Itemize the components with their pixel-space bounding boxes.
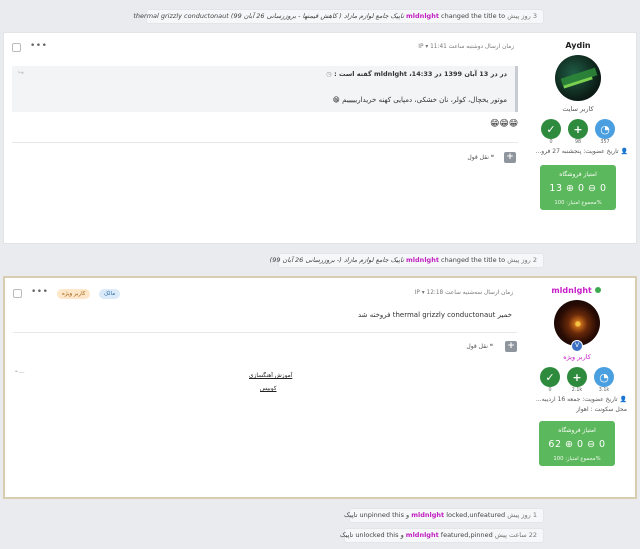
username[interactable]: Aydin	[528, 41, 628, 50]
member-since: 👤 تاریخ عضویت: جمعه 16 اردیبه...	[535, 396, 627, 403]
stat-count: 98	[574, 140, 582, 145]
signature-link[interactable]: آموزش آهنگسازی	[249, 373, 292, 379]
ip-label[interactable]: IP	[415, 290, 420, 296]
check-icon[interactable]: ✓	[540, 367, 560, 387]
event-time: 3 روز پیش	[507, 12, 537, 20]
activity-event: 2 روز پیش mldnlght changed the title to …	[270, 253, 544, 268]
event-action: locked,unfeatured	[446, 511, 506, 519]
store-rating-box: امتیاز فروشگاه 62 ⊕ 0 ⊖ 0 مجموع امتیاز: …	[539, 421, 615, 466]
stat-count: 3.1k	[598, 388, 610, 393]
quote-link[interactable]: ❝ نقل قول	[467, 154, 494, 161]
quote-header: در در 13 آبان 1399 در 14:33، mldnlght گف…	[326, 70, 507, 78]
rating-values: 13 ⊕ 0 ⊖ 0	[549, 183, 607, 194]
stat-count: 2.1k	[571, 388, 583, 393]
post-divider	[12, 142, 518, 143]
quote-icon: ↪	[18, 69, 24, 77]
stat-count: 0	[548, 388, 552, 393]
clock-icon: ◷	[326, 70, 332, 78]
stat-count: 0	[549, 140, 553, 145]
comments-icon[interactable]: ◔	[595, 119, 615, 139]
badge-owner: مالک	[99, 289, 121, 299]
post-divider	[13, 332, 517, 333]
plus-icon[interactable]: +	[568, 119, 588, 139]
post-aydin: ••• زمان ارسال دوشنبه ساعت 11:41 ▾ IP ↪ …	[3, 32, 637, 244]
user-title: کاربر سایت	[562, 105, 594, 113]
user-pane: Aydin کاربر سایت ✓ 0 +98 ◔ 357 👤 تاریخ عضو…	[528, 41, 628, 210]
event-time: 2 روز پیش	[507, 256, 537, 264]
event-action: featured,pinned	[440, 531, 493, 539]
more-options-icon[interactable]: •••	[30, 41, 47, 51]
location: محل سکونت : اهواز	[576, 406, 627, 413]
emoji-reaction: 😁😁😁	[490, 119, 519, 129]
event-action: changed the title to	[441, 12, 506, 20]
event-user-link[interactable]: mldnlght	[411, 511, 444, 519]
user-plus-icon: 👤	[619, 396, 627, 403]
comments-icon[interactable]: ◔	[594, 367, 614, 387]
user-stats: ✓ 0 +98 ◔ 357	[528, 119, 628, 145]
user-stats: ✓ 0 +2.1k ◔ 3.1k	[527, 367, 627, 393]
store-rating-box: امتیاز فروشگاه 13 ⊕ 0 ⊖ 0 مجموع امتیاز: …	[540, 165, 616, 210]
post-date: زمان ارسال سه‌شنبه ساعت 12:18 ▾ IP	[414, 290, 513, 296]
check-icon[interactable]: ✓	[541, 119, 561, 139]
event-text: و unlocked this تاپیک	[339, 531, 404, 539]
event-user-link[interactable]: mldnlght	[406, 12, 439, 20]
event-user-link[interactable]: mldnlght	[406, 256, 439, 264]
activity-event: 3 روز پیش mldnlght changed the title to …	[133, 9, 544, 24]
user-plus-icon: 👤	[620, 148, 628, 155]
badge-vip: کاربر ویژه	[57, 289, 91, 299]
online-status-icon	[594, 287, 601, 293]
signature-divider-icon: ❝ ―	[15, 370, 25, 376]
ip-label[interactable]: IP	[418, 44, 423, 50]
select-checkbox[interactable]	[12, 43, 21, 52]
event-text: تاپیک جامع لوازم مازاد (- بروزرسانی 26 آ…	[269, 256, 404, 264]
event-text: و unpinned this تاپیک	[344, 511, 410, 519]
post-date: زمان ارسال دوشنبه ساعت 11:41 ▾ IP	[418, 44, 514, 50]
activity-event: 22 ساعت پیش mldnlght featured,pinned و u…	[340, 528, 544, 543]
more-options-icon[interactable]: •••	[31, 287, 48, 297]
post-mldnlght: ••• کاربر ویژه مالک زمان ارسال سه‌شنبه س…	[3, 276, 637, 499]
signature-link[interactable]: کوبیس	[260, 386, 277, 392]
quote-block: ↪ در در 13 آبان 1399 در 14:33، mldnlght …	[12, 66, 518, 112]
plus-icon[interactable]: +	[567, 367, 587, 387]
verified-shield-icon: V	[571, 340, 583, 352]
member-since: 👤 تاریخ عضویت: پنجشنبه 27 فرو...	[535, 148, 628, 155]
avatar[interactable]	[555, 55, 601, 101]
event-user-link[interactable]: mldnlght	[406, 531, 439, 539]
multiquote-plus-button[interactable]: +	[505, 341, 517, 352]
rating-total: مجموع امتیاز: 100%	[554, 200, 602, 206]
quote-body: موتور یخچال، کولر، نان خشکی، دمپایی کهنه…	[332, 96, 507, 104]
event-time: 22 ساعت پیش	[494, 531, 537, 539]
activity-event: 1 روز پیش mldnlght locked,unfeatured و u…	[344, 508, 544, 523]
rating-title: امتیاز فروشگاه	[558, 427, 596, 434]
stat-count: 357	[600, 140, 610, 145]
rating-total: مجموع امتیاز: 100%	[553, 456, 601, 462]
event-time: 1 روز پیش	[507, 511, 537, 519]
username[interactable]: mldnlght	[527, 286, 627, 295]
user-title: کاربر ویژه	[563, 353, 591, 361]
quote-link[interactable]: ❝ نقل قول	[466, 343, 493, 350]
user-pane: mldnlght V کاربر ویژه ✓ 0 +2.1k ◔ 3.1k 👤 ت…	[527, 286, 627, 466]
event-action: changed the title to	[441, 256, 506, 264]
post-body: خمیر thermal grizzly conductonaut فروخته…	[357, 311, 512, 319]
rating-values: 62 ⊕ 0 ⊖ 0	[548, 439, 606, 450]
multiquote-plus-button[interactable]: +	[504, 152, 516, 163]
event-text: تاپیک جامع لوازم مازاد ( کاهش قیمتها - ب…	[133, 12, 404, 20]
rating-title: امتیاز فروشگاه	[559, 171, 597, 178]
select-checkbox[interactable]	[13, 289, 22, 298]
